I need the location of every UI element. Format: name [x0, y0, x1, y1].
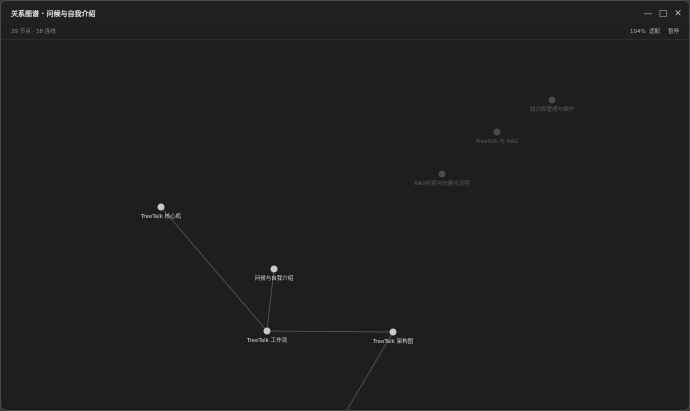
graph-canvas[interactable]: TreeTalk 核心机问候与自我介绍 TreeTalk 工作流 TreeTalk … — [1, 39, 689, 410]
graph-node-label-greet: 问候与自我介绍 — [254, 276, 294, 282]
graph-toolbar: 39 节点 · 38 连线 104% 适配 暂停 — [1, 26, 689, 40]
fit-button[interactable]: 适配 — [649, 26, 660, 38]
graph-node-label-arch: TreeTalk 架构图 — [372, 339, 414, 345]
graph-svg — [157, 96, 556, 410]
graph-node-label-treetalk_rag: TreeTalk 与 RAG — [475, 139, 519, 145]
close-button[interactable]: ✕ — [667, 5, 689, 23]
graph-stats: 39 节点 · 38 连线 — [11, 29, 56, 35]
graph-node-core[interactable] — [157, 203, 165, 211]
graph-node-label-rag: RAG检索与向量化流程 — [414, 181, 470, 187]
graph-node-workflow[interactable] — [263, 327, 271, 335]
graph-node-label-workflow: TreeTalk 工作流 — [246, 338, 288, 344]
edge-core-workflow — [160, 206, 268, 332]
graph-node-know[interactable] — [548, 96, 556, 104]
graph-node-greet[interactable] — [270, 265, 278, 273]
pause-button[interactable]: 暂停 — [668, 26, 679, 38]
window-title: 关系图谱 · 问候与自我介绍 — [11, 10, 96, 18]
zoom-level: 104% — [630, 29, 646, 35]
title-bar[interactable]: 关系图谱 · 问候与自我介绍 — □ ✕ — [1, 1, 689, 26]
graph-window: 关系图谱 · 问候与自我介绍 — □ ✕ 39 节点 · 38 连线 104% … — [0, 0, 690, 411]
graph-node-rag[interactable] — [438, 170, 446, 178]
graph-node-label-know: 知识库管理与维护 — [529, 107, 575, 113]
graph-node-arch[interactable] — [389, 328, 397, 336]
edge-workflow-arch — [266, 330, 394, 333]
graph-node-label-core: TreeTalk 核心机 — [140, 214, 182, 220]
graph-node-treetalk_rag[interactable] — [493, 128, 501, 136]
bottom-status-strip: · · · · · · · · · · · · · · · · · · · · … — [396, 404, 474, 409]
